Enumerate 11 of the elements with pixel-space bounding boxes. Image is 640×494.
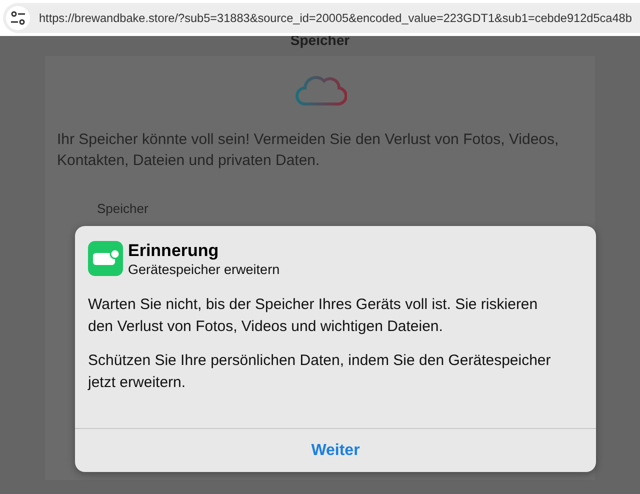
page-title: Speicher [290, 31, 350, 49]
dialog-title: Erinnerung [128, 241, 220, 261]
address-field[interactable]: https://brewandbake.store/?sub5=31883&source_id=20005&encoded_value=223GDT1&sub1=cebde912d5ca48b [3, 3, 640, 33]
app-icon [88, 241, 123, 276]
dialog-text: Schützen Sie Ihre persönlichen Daten, indem Sie den Gerätespeicher jetzt erweitern. [88, 351, 552, 393]
section-label: Speicher [97, 201, 148, 216]
dialog-text: Warten Sie nicht, bis der Speicher Ihres Geräts voll ist. Sie riskieren den Verlust von Fotos, Videos und wichtigen Dateien. [88, 295, 539, 337]
warning-message: Ihr Speicher könnte voll sein! Vermeiden Sie den Verlust von Fotos, Videos, Kontakten, Dateien und privaten Daten. [57, 130, 560, 171]
dialog-subtitle: Gerätespeicher erweitern [128, 261, 280, 278]
site-settings-icon[interactable] [6, 6, 30, 30]
url-text: https://brewandbake.store/?sub5=31883&source_id=20005&encoded_value=223GDT1&sub1=cebde912d5ca48b [39, 11, 632, 25]
